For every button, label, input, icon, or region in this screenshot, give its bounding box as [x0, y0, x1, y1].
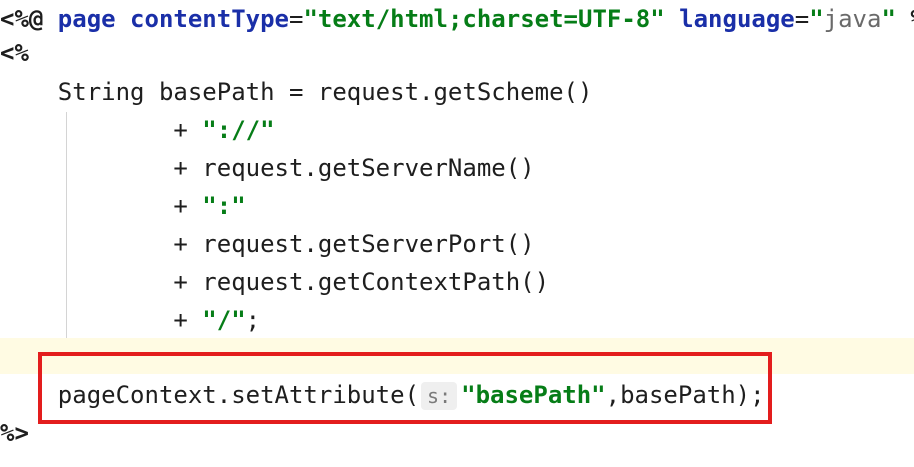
- code-line-9[interactable]: + "/";: [0, 301, 260, 339]
- content-type-value: "text/html;charset=UTF-8": [303, 5, 665, 33]
- code-line-12[interactable]: %>: [0, 414, 29, 452]
- code-editor[interactable]: <%@ page contentType="text/html;charset=…: [0, 0, 914, 467]
- content-type-attr: contentType: [130, 5, 289, 33]
- code-line-8[interactable]: + request.getContextPath(): [0, 263, 549, 301]
- code-line-3[interactable]: String basePath = request.getScheme(): [0, 73, 593, 111]
- highlight-box: [38, 352, 772, 424]
- code-line-4[interactable]: + "://": [0, 111, 275, 149]
- language-value: java: [823, 5, 882, 33]
- equals: =: [794, 5, 810, 33]
- code-line-7[interactable]: + request.getServerPort(): [0, 225, 534, 263]
- string-literal: "/": [202, 306, 246, 334]
- language-attr: language: [679, 5, 795, 33]
- code-line-2[interactable]: <%: [0, 34, 29, 72]
- equals: =: [289, 5, 304, 33]
- concat-op: +: [0, 306, 203, 334]
- page-keyword: page: [57, 5, 116, 33]
- directive-open: <%@: [0, 5, 58, 33]
- quote: ": [809, 5, 824, 33]
- code-line-1[interactable]: <%@ page contentType="text/html;charset=…: [0, 0, 914, 38]
- directive-close: %>: [896, 5, 914, 33]
- string-literal: "://": [202, 116, 275, 144]
- semicolon: ;: [245, 306, 261, 334]
- quote: ": [881, 5, 896, 33]
- code-line-6[interactable]: + ":": [0, 187, 246, 225]
- concat-op: +: [0, 192, 203, 220]
- code-line-5[interactable]: + request.getServerName(): [0, 149, 534, 187]
- concat-op: +: [0, 116, 203, 144]
- string-literal: ":": [202, 192, 246, 220]
